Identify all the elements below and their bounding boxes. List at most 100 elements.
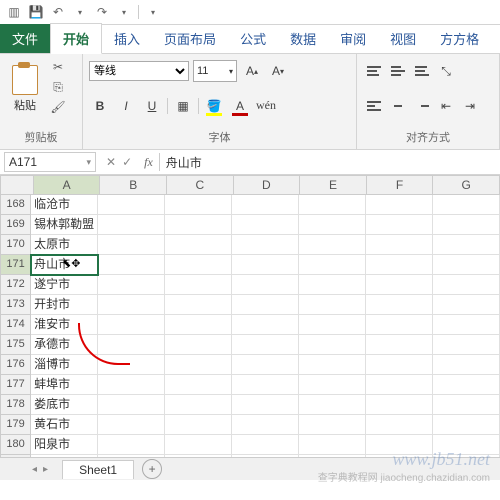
column-header[interactable]: F bbox=[367, 175, 434, 195]
increase-font-icon[interactable]: A▴ bbox=[241, 60, 263, 82]
cell[interactable] bbox=[98, 435, 165, 455]
cell[interactable] bbox=[98, 275, 165, 295]
cell[interactable]: 舟山市 bbox=[31, 255, 98, 275]
align-middle-icon[interactable] bbox=[387, 60, 409, 82]
cell[interactable] bbox=[232, 415, 299, 435]
cell[interactable] bbox=[433, 375, 500, 395]
copy-icon[interactable]: ⎘ bbox=[48, 78, 68, 96]
tab-layout[interactable]: 页面布局 bbox=[152, 24, 228, 53]
cell[interactable] bbox=[299, 255, 366, 275]
column-header[interactable]: C bbox=[167, 175, 234, 195]
row-header[interactable]: 177 bbox=[0, 375, 31, 395]
cell[interactable] bbox=[433, 395, 500, 415]
column-header[interactable]: G bbox=[433, 175, 500, 195]
tab-insert[interactable]: 插入 bbox=[102, 24, 152, 53]
cell[interactable] bbox=[165, 275, 232, 295]
redo-icon[interactable]: ↷ bbox=[94, 4, 110, 20]
cell[interactable] bbox=[165, 235, 232, 255]
cell[interactable] bbox=[98, 215, 165, 235]
cell[interactable]: 临沧市 bbox=[31, 195, 98, 215]
cell[interactable] bbox=[299, 335, 366, 355]
chevron-down-icon[interactable]: ▾ bbox=[86, 157, 91, 168]
cell[interactable] bbox=[299, 375, 366, 395]
paste-button[interactable]: 粘贴 bbox=[6, 58, 44, 120]
cell[interactable] bbox=[366, 215, 433, 235]
row-header[interactable]: 175 bbox=[0, 335, 31, 355]
cell[interactable] bbox=[299, 435, 366, 455]
fill-color-button[interactable]: 🪣 bbox=[203, 95, 225, 117]
fx-icon[interactable]: fx bbox=[138, 155, 159, 170]
sheet-tab[interactable]: Sheet1 bbox=[62, 460, 134, 479]
cell[interactable]: 锡林郭勒盟 bbox=[31, 215, 98, 235]
tab-data[interactable]: 数据 bbox=[278, 24, 328, 53]
row-header[interactable]: 176 bbox=[0, 355, 31, 375]
cell[interactable] bbox=[433, 415, 500, 435]
cell[interactable]: 承德市 bbox=[31, 335, 98, 355]
cell[interactable] bbox=[165, 395, 232, 415]
cell[interactable] bbox=[165, 435, 232, 455]
cell[interactable] bbox=[299, 355, 366, 375]
cell[interactable] bbox=[433, 315, 500, 335]
cell[interactable] bbox=[98, 315, 165, 335]
sheet-nav-next-icon[interactable]: ▸ bbox=[41, 464, 50, 475]
cell[interactable] bbox=[165, 295, 232, 315]
border-button[interactable]: ▦ bbox=[172, 95, 194, 117]
cell[interactable] bbox=[98, 195, 165, 215]
cell[interactable] bbox=[232, 395, 299, 415]
cell[interactable] bbox=[98, 235, 165, 255]
cell[interactable] bbox=[433, 275, 500, 295]
cell[interactable] bbox=[299, 215, 366, 235]
cell[interactable]: 淮安市 bbox=[31, 315, 98, 335]
cell[interactable] bbox=[366, 355, 433, 375]
align-right-icon[interactable] bbox=[411, 95, 433, 117]
cell[interactable] bbox=[232, 435, 299, 455]
cell[interactable] bbox=[98, 395, 165, 415]
cell[interactable] bbox=[98, 255, 165, 275]
cell[interactable] bbox=[366, 295, 433, 315]
qat-customize-icon[interactable]: ▾ bbox=[145, 4, 161, 20]
cell[interactable] bbox=[299, 395, 366, 415]
cell[interactable]: 黄石市 bbox=[31, 415, 98, 435]
cell[interactable] bbox=[433, 355, 500, 375]
font-size-select[interactable]: 11▾ bbox=[193, 60, 237, 82]
tab-other[interactable]: 方方格 bbox=[428, 24, 491, 53]
increase-indent-icon[interactable]: ⇥ bbox=[459, 95, 481, 117]
row-header[interactable]: 171 bbox=[0, 255, 31, 275]
cell[interactable] bbox=[433, 435, 500, 455]
phonetic-button[interactable]: wén bbox=[255, 95, 277, 117]
cell[interactable] bbox=[232, 235, 299, 255]
cell[interactable]: 遂宁市 bbox=[31, 275, 98, 295]
cell[interactable] bbox=[433, 335, 500, 355]
cancel-formula-icon[interactable]: ✕ bbox=[106, 155, 116, 169]
cell[interactable] bbox=[299, 235, 366, 255]
orientation-icon[interactable]: ⤡ bbox=[435, 60, 457, 82]
cell[interactable] bbox=[98, 335, 165, 355]
formula-bar-input[interactable]: 舟山市 bbox=[159, 153, 500, 171]
cell[interactable] bbox=[232, 195, 299, 215]
row-header[interactable]: 168 bbox=[0, 195, 31, 215]
cell[interactable] bbox=[299, 195, 366, 215]
cell[interactable]: 淄博市 bbox=[31, 355, 98, 375]
cell[interactable] bbox=[299, 275, 366, 295]
align-top-icon[interactable] bbox=[363, 60, 385, 82]
cell[interactable]: 蚌埠市 bbox=[31, 375, 98, 395]
cell[interactable] bbox=[366, 315, 433, 335]
cell[interactable] bbox=[232, 295, 299, 315]
cell[interactable]: 开封市 bbox=[31, 295, 98, 315]
row-header[interactable]: 172 bbox=[0, 275, 31, 295]
cell[interactable] bbox=[98, 295, 165, 315]
cell[interactable] bbox=[165, 315, 232, 335]
column-header[interactable]: D bbox=[234, 175, 301, 195]
cell[interactable] bbox=[232, 315, 299, 335]
add-sheet-button[interactable]: + bbox=[142, 459, 162, 479]
align-left-icon[interactable] bbox=[363, 95, 385, 117]
cut-icon[interactable]: ✂ bbox=[48, 58, 68, 76]
align-center-icon[interactable] bbox=[387, 95, 409, 117]
cell[interactable] bbox=[165, 215, 232, 235]
row-header[interactable]: 179 bbox=[0, 415, 31, 435]
align-bottom-icon[interactable] bbox=[411, 60, 433, 82]
cell[interactable]: 太原市 bbox=[31, 235, 98, 255]
qat-dropdown2-icon[interactable]: ▾ bbox=[116, 4, 132, 20]
row-header[interactable]: 170 bbox=[0, 235, 31, 255]
decrease-font-icon[interactable]: A▾ bbox=[267, 60, 289, 82]
